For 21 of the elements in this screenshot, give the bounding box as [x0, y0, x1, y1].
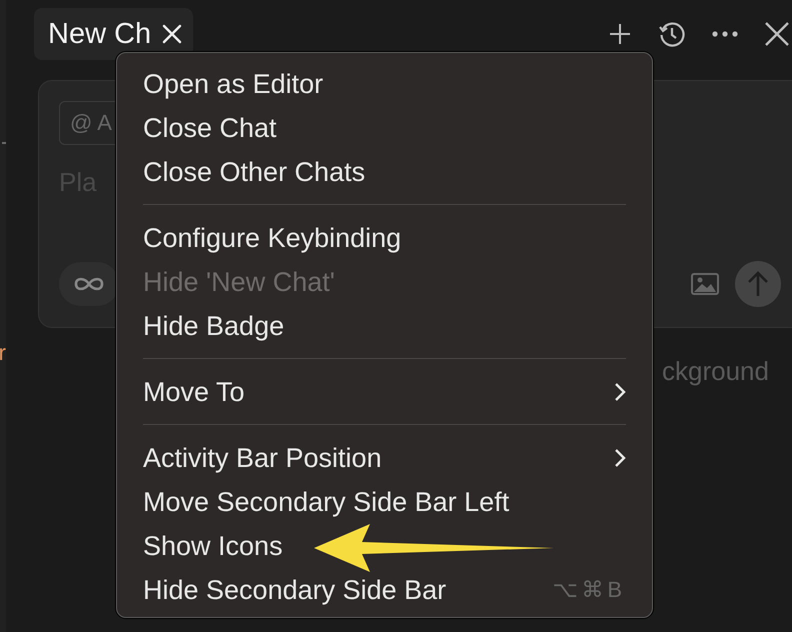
hint-text: ckground: [662, 356, 769, 387]
side-bar-mark: [2, 142, 6, 144]
more-icon[interactable]: [712, 31, 738, 37]
infinity-icon: [72, 275, 106, 293]
side-bar-text: r: [0, 340, 6, 366]
menu-item[interactable]: Configure Keybinding: [117, 216, 652, 260]
menu-item[interactable]: Move Secondary Side Bar Left: [117, 480, 652, 524]
shortcut-text: ⌥⌘B: [552, 577, 626, 603]
menu-item[interactable]: Show Icons: [117, 524, 652, 568]
plus-icon[interactable]: [608, 22, 632, 46]
menu-item[interactable]: Hide Badge: [117, 304, 652, 348]
menu-item[interactable]: Close Other Chats: [117, 150, 652, 194]
arrow-up-icon: [747, 271, 769, 297]
menu-item[interactable]: Move To: [117, 370, 652, 414]
history-icon[interactable]: [658, 20, 686, 48]
close-icon[interactable]: [764, 21, 790, 47]
chat-tab[interactable]: New Ch: [34, 8, 194, 60]
menu-item[interactable]: Activity Bar Position: [117, 436, 652, 480]
image-icon[interactable]: [691, 273, 719, 295]
menu-item[interactable]: Hide Secondary Side Bar ⌥⌘B: [117, 568, 652, 612]
close-icon[interactable]: [161, 23, 184, 45]
